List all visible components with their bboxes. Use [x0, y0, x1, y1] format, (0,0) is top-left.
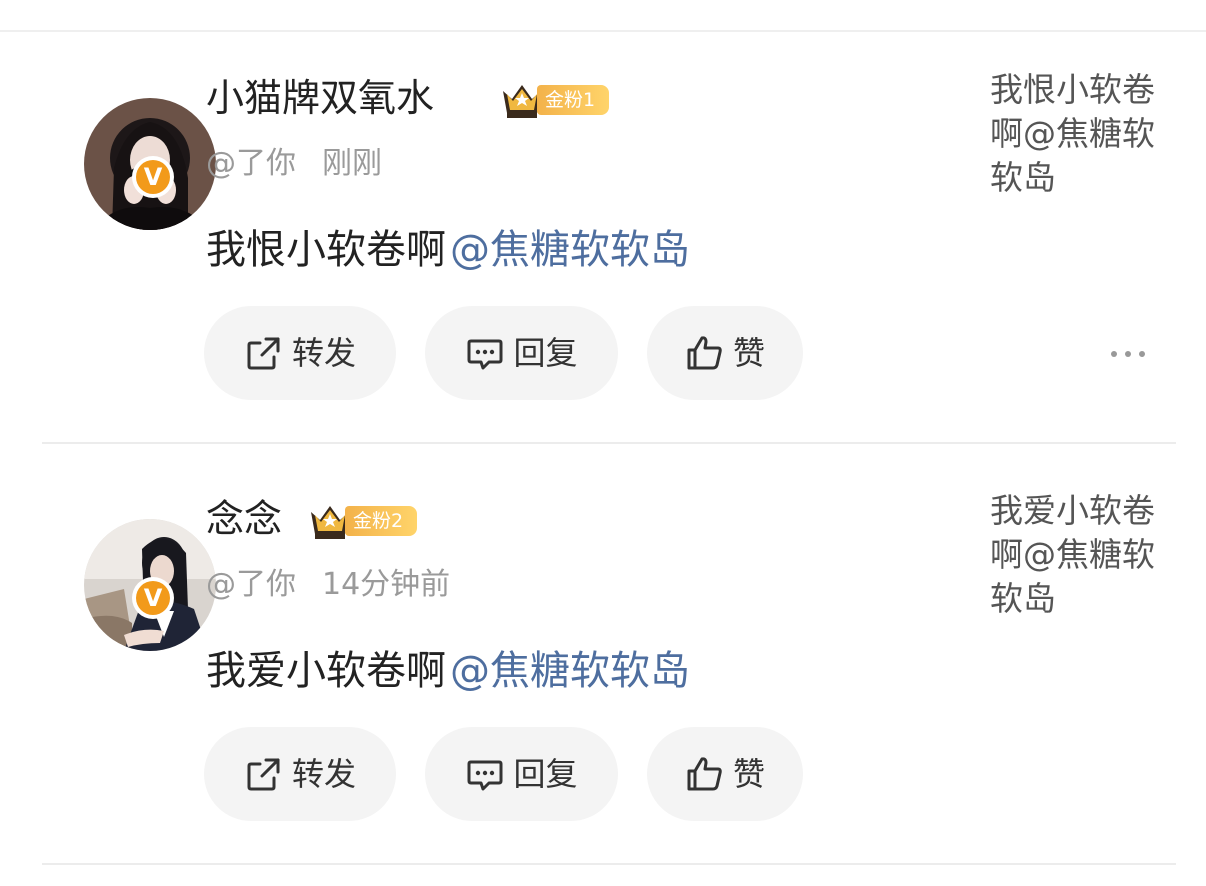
verified-icon: V	[136, 160, 170, 194]
reply-button[interactable]: 回复	[425, 306, 618, 400]
mention-handle[interactable]: @了你	[206, 146, 296, 181]
avatar[interactable]: V	[42, 486, 216, 651]
fan-badge[interactable]: 金粉2	[307, 498, 419, 542]
username[interactable]: 小猫牌双氧水	[206, 74, 434, 122]
repost-label: 转发	[291, 755, 356, 793]
comment-text: 我爱小软卷啊	[206, 648, 446, 694]
reply-button[interactable]: 回复	[425, 727, 618, 821]
username[interactable]: 念念	[206, 495, 282, 543]
verified-icon: V	[136, 581, 170, 615]
comment-text: 我恨小软卷啊	[206, 227, 446, 273]
post-time: 14分钟前	[322, 567, 451, 602]
verified-badge: V	[132, 156, 174, 198]
share-icon	[247, 758, 280, 791]
like-button[interactable]: 赞	[647, 727, 803, 821]
mention-handle[interactable]: @了你	[206, 567, 296, 602]
post-meta: @了你 刚刚	[206, 144, 382, 184]
like-button[interactable]: 赞	[647, 306, 803, 400]
comment-icon	[467, 760, 503, 791]
like-label: 赞	[732, 334, 765, 372]
avatar[interactable]: V	[42, 65, 216, 230]
fan-level-label: 金粉2	[345, 506, 417, 536]
reply-label: 回复	[513, 755, 578, 793]
comment-icon	[467, 339, 503, 370]
comment-content: 我爱小软卷啊 @焦糖软软岛	[206, 645, 690, 697]
comment-content: 我恨小软卷啊 @焦糖软软岛	[206, 224, 690, 276]
reply-label: 回复	[513, 334, 578, 372]
share-icon	[247, 337, 280, 370]
fan-badge[interactable]: 金粉1	[499, 77, 611, 121]
post-time: 刚刚	[322, 146, 382, 181]
comment-item: V 念念 金粉2 @了你 14分钟前 我爱小软卷啊 @焦糖软软岛 我爱小软卷啊@焦糖…	[0, 453, 1206, 873]
side-preview-text: 我恨小软卷啊@焦糖软软岛	[990, 70, 1155, 197]
post-divider	[42, 442, 1176, 444]
post-divider	[42, 863, 1176, 865]
mention-link[interactable]: @焦糖软软岛	[450, 227, 690, 273]
comment-item: V 小猫牌双氧水 金粉1 @了你 刚刚 我恨小软卷啊 @焦糖软软岛 我恨小软卷啊@焦…	[0, 32, 1206, 452]
more-icon[interactable]	[1108, 344, 1148, 364]
like-label: 赞	[732, 755, 765, 793]
verified-badge: V	[132, 577, 174, 619]
side-preview-text: 我爱小软卷啊@焦糖软软岛	[990, 491, 1155, 618]
post-meta: @了你 14分钟前	[206, 565, 450, 605]
repost-label: 转发	[291, 334, 356, 372]
repost-button[interactable]: 转发	[204, 306, 396, 400]
mention-link[interactable]: @焦糖软软岛	[450, 648, 690, 694]
fan-level-label: 金粉1	[537, 85, 609, 115]
repost-button[interactable]: 转发	[204, 727, 396, 821]
thumbs-up-icon	[687, 757, 722, 791]
thumbs-up-icon	[687, 336, 722, 370]
